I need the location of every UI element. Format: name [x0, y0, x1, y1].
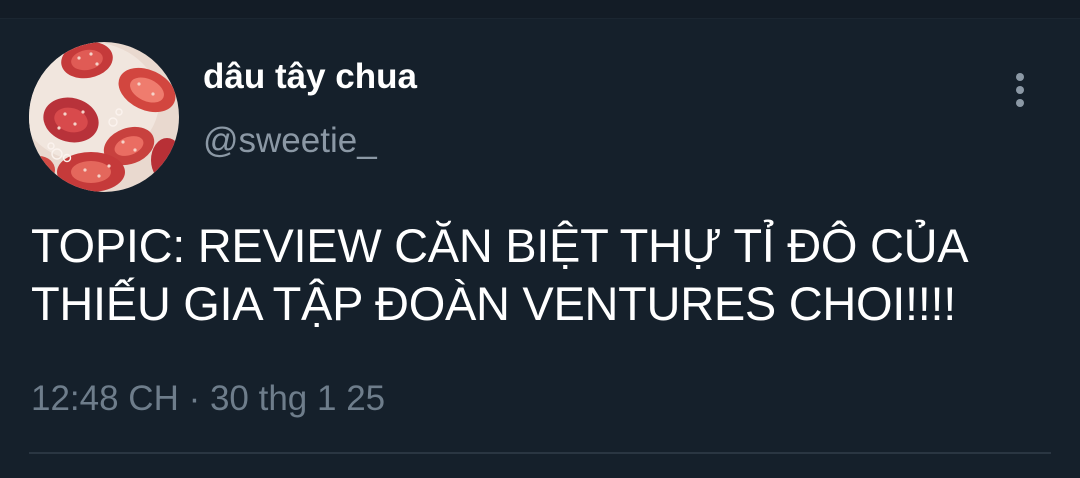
display-name[interactable]: dâu tây chua — [203, 56, 417, 98]
more-vertical-icon-dot — [1016, 86, 1024, 94]
tweet-text-line: TOPIC: REVIEW CĂN BIỆT THỰ TỈ ĐÔ CỦA — [31, 219, 969, 272]
tweet-text: TOPIC: REVIEW CĂN BIỆT THỰ TỈ ĐÔ CỦA THI… — [31, 217, 1041, 333]
top-divider — [0, 0, 1080, 19]
tweet-text-line: THIẾU GIA TẬP ĐOÀN VENTURES CHOI!!!! — [31, 277, 957, 330]
user-handle[interactable]: @sweetie_ — [203, 120, 377, 162]
more-vertical-icon-dot — [1016, 99, 1024, 107]
tweet-timestamp[interactable]: 12:48 CH · 30 thg 1 25 — [31, 378, 385, 420]
strawberry-milk-avatar-icon — [29, 42, 179, 192]
more-options-button[interactable] — [1002, 66, 1038, 114]
bottom-divider — [29, 452, 1051, 454]
more-vertical-icon — [1016, 73, 1024, 81]
avatar[interactable] — [29, 42, 179, 192]
